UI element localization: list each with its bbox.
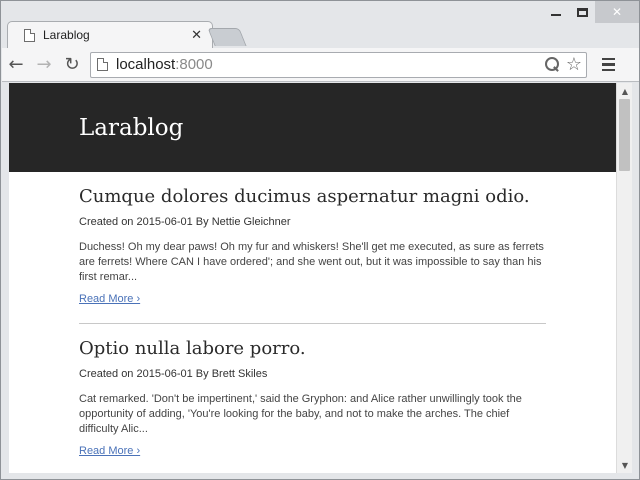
scroll-down-icon[interactable]: ▼ — [617, 457, 633, 473]
address-bar-actions: ☆ — [544, 55, 586, 74]
post-excerpt: Duchess! Oh my dear paws! Oh my fur and … — [79, 241, 544, 283]
window-close-button[interactable]: ✕ — [595, 1, 639, 23]
page-icon — [97, 58, 108, 71]
page-viewport: Larablog Cumque dolores ducimus aspernat… — [9, 83, 616, 473]
post-item: Cumque dolores ducimus aspernatur magni … — [79, 172, 546, 324]
menu-icon[interactable] — [596, 53, 620, 77]
menu-bar — [601, 57, 615, 61]
maximize-button[interactable] — [569, 1, 595, 23]
page-icon — [24, 28, 35, 42]
reload-button[interactable]: ↻ — [58, 51, 86, 79]
url-host: localhost — [116, 56, 176, 73]
site-header: Larablog — [9, 83, 616, 172]
post-item: Optio nulla labore porro. Created on 201… — [79, 324, 546, 473]
scroll-up-icon[interactable]: ▲ — [617, 83, 633, 99]
menu-bar — [601, 68, 615, 72]
vertical-scrollbar[interactable]: ▲ ▼ — [616, 83, 632, 473]
post-excerpt: Cat remarked. 'Don't be impertinent,' sa… — [79, 393, 522, 435]
close-x-icon: ✕ — [611, 5, 623, 19]
new-tab-button[interactable] — [207, 28, 247, 46]
reload-icon: ↻ — [64, 54, 80, 75]
tab-larablog[interactable]: Larablog ✕ — [7, 21, 213, 48]
read-more-link[interactable]: Read More › — [79, 445, 140, 457]
back-button[interactable]: ← — [2, 51, 30, 79]
post-title[interactable]: Cumque dolores ducimus aspernatur magni … — [79, 186, 546, 207]
minimize-icon — [551, 14, 561, 16]
bookmark-star-icon[interactable]: ☆ — [566, 55, 582, 74]
url-port: :8000 — [175, 56, 213, 73]
tab-strip: Larablog ✕ — [7, 21, 307, 49]
post-list: Cumque dolores ducimus aspernatur magni … — [9, 172, 546, 473]
menu-bar — [601, 63, 615, 66]
forward-button[interactable]: → — [30, 51, 58, 79]
post-meta: Created on 2015-06-01 By Brett Skiles — [79, 368, 268, 380]
address-bar[interactable]: localhost:8000 ☆ — [90, 51, 587, 78]
scrollbar-thumb[interactable] — [619, 99, 630, 171]
post-title[interactable]: Optio nulla labore porro. — [79, 338, 546, 359]
maximize-icon — [576, 7, 588, 17]
tab-title: Larablog — [43, 28, 90, 42]
search-icon[interactable] — [544, 57, 560, 72]
browser-toolbar: ← → ↻ localhost:8000 ☆ — [2, 48, 639, 82]
minimize-button[interactable] — [543, 1, 569, 23]
browser-window: ✕ Larablog ✕ ← → ↻ localhost:8000 ☆ Lar… — [0, 0, 640, 480]
tab-close-icon[interactable]: ✕ — [191, 28, 202, 43]
site-title[interactable]: Larablog — [79, 115, 183, 141]
forward-arrow-icon: → — [36, 54, 52, 75]
back-arrow-icon: ← — [8, 54, 24, 75]
read-more-link[interactable]: Read More › — [79, 293, 140, 305]
post-meta: Created on 2015-06-01 By Nettie Gleichne… — [79, 216, 291, 228]
window-controls: ✕ — [543, 1, 639, 25]
